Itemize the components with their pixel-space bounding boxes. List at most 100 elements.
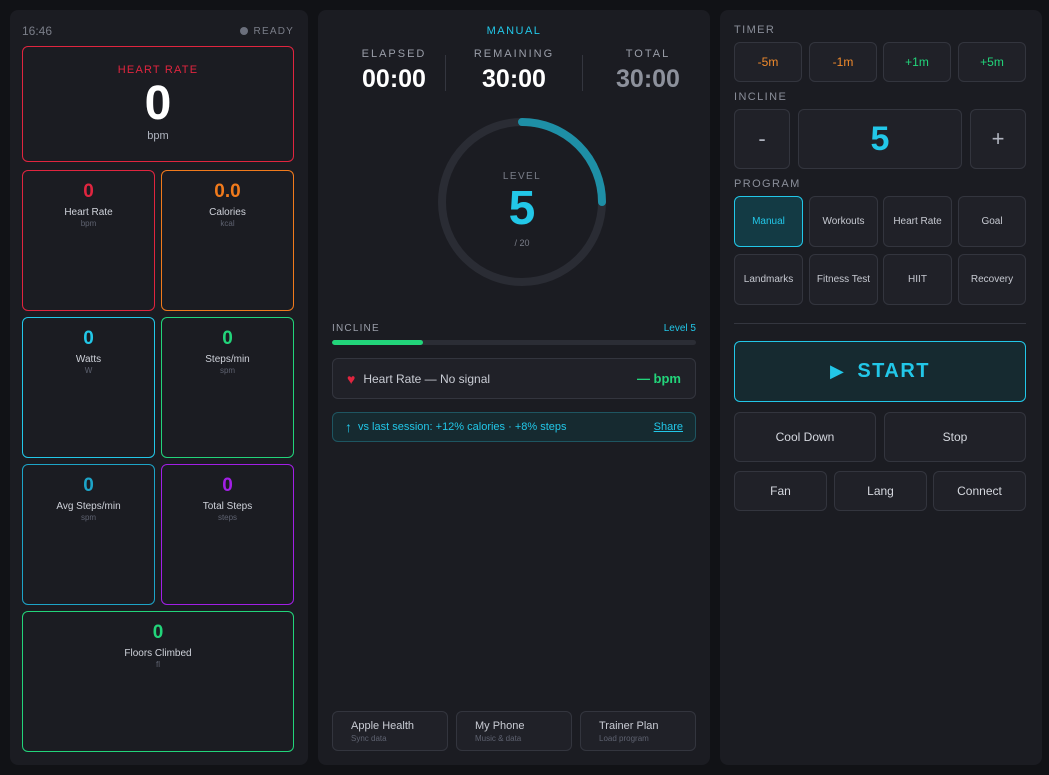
elapsed-time: ELAPSED 00:00 [334,48,454,94]
metric-label: Avg Steps/min [56,501,121,512]
metric-label: Watts [75,354,102,365]
status-text: READY [253,25,294,37]
arrow-up-icon: ↑ [345,419,352,435]
metric-card-total-steps: 0 Total Steps steps [161,464,294,605]
program-landmarks-button[interactable]: Landmarks [734,254,803,305]
elapsed-label: ELAPSED [361,48,427,60]
metric-value: 0 [83,328,94,349]
metric-value: 0 [83,181,94,202]
metric-unit: W [84,366,93,375]
metric-value: 0 [222,475,233,496]
remaining-time: REMAINING 30:00 [454,48,574,94]
clock: 16:46 [22,24,53,38]
heart-icon: ♥ [347,370,356,387]
stop-button[interactable]: Stop [884,412,1026,462]
divider [445,55,446,91]
heart-rate-main-card: HEART RATE 0 bpm [22,46,294,162]
metric-unit: fl [156,660,160,669]
comparison-text: vs last session: +12% calories · +8% ste… [358,421,567,433]
program-fitness-test-button[interactable]: Fitness Test [809,254,878,305]
controls-panel: TIMER -5m -1m +1m +5m INCLINE - 5 + PROG… [720,10,1042,765]
total-time: TOTAL 30:00 [588,48,708,94]
heart-rate-bpm: — bpm [636,371,681,386]
timer-minus-5-button[interactable]: -5m [734,42,802,82]
metric-label: Heart Rate [64,207,113,218]
ready-indicator: READY [239,25,294,37]
workout-panel: MANUAL ELAPSED 00:00 REMAINING 30:00 TOT… [318,10,710,765]
metrics-panel: 16:46 READY HEART RATE 0 bpm 0 Heart Rat… [10,10,308,765]
program-goal-button[interactable]: Goal [958,196,1026,247]
lang-button[interactable]: Lang [834,471,927,511]
level-value: 5 [508,182,536,235]
incline-label: INCLINE [332,323,380,334]
metric-card-calories: 0.0 Calories kcal [161,170,294,311]
session-comparison: ↑ vs last session: +12% calories · +8% s… [332,412,696,442]
heart-rate-main-unit: bpm [147,130,169,142]
timer-label: TIMER [734,24,776,36]
level-label: LEVEL [502,171,542,182]
metric-unit: steps [217,513,238,522]
elapsed-value: 00:00 [362,65,426,93]
cool-down-button[interactable]: Cool Down [734,412,876,462]
status-bar: 16:46 READY [22,24,294,38]
metric-label: Steps/min [205,354,250,365]
incline-progress-fill [332,340,423,345]
metric-card-floors: 0 Floors Climbed fl [22,611,294,752]
timer-plus-1-button[interactable]: +1m [883,42,951,82]
metric-value: 0 [152,622,164,643]
metric-label: Total Steps [202,501,253,512]
timer-minus-1-button[interactable]: -1m [809,42,877,82]
program-workouts-button[interactable]: Workouts [809,196,878,247]
metric-unit: spm [219,366,236,375]
metric-card-steps-per-min: 0 Steps/min spm [161,317,294,458]
start-label: START [857,360,931,382]
program-manual-button[interactable]: Manual [734,196,803,247]
metric-card-avg-steps: 0 Avg Steps/min spm [22,464,155,605]
divider [734,323,1026,324]
metric-unit: kcal [220,219,235,228]
metric-card-watts: 0 Watts W [22,317,155,458]
level-max: / 20 [514,238,530,248]
heart-rate-main-label: HEART RATE [117,64,199,76]
heart-rate-status: ♥ Heart Rate — No signal — bpm [332,358,696,399]
program-label: PROGRAM [734,178,801,190]
metric-value: 0 [83,475,94,496]
total-label: TOTAL [625,48,671,60]
mode-label: MANUAL [486,25,542,37]
incline-decrease-button[interactable]: - [734,109,790,169]
status-dot-icon [239,27,248,35]
heart-rate-main-value: 0 [144,77,172,130]
my-phone-tile[interactable]: My Phone Music & data [456,711,572,751]
remaining-value: 30:00 [482,65,546,93]
share-link[interactable]: Share [654,421,683,433]
level-gauge: LEVEL 5 / 20 [434,114,610,290]
incline-value-display: 5 [798,109,962,169]
heart-rate-status-text: Heart Rate — No signal [363,371,491,386]
trainer-plan-tile[interactable]: Trainer Plan Load program [580,711,696,751]
tile-subtitle: Load program [599,734,649,743]
connect-button[interactable]: Connect [933,471,1026,511]
timer-plus-5-button[interactable]: +5m [958,42,1026,82]
apple-health-tile[interactable]: Apple Health Sync data [332,711,448,751]
program-hiit-button[interactable]: HIIT [883,254,952,305]
tile-title: My Phone [475,720,525,732]
tile-title: Trainer Plan [599,720,659,732]
tile-subtitle: Music & data [475,734,522,743]
metric-unit: bpm [80,219,97,228]
incline-progress-bar [332,340,696,345]
metric-card-heart-rate: 0 Heart Rate bpm [22,170,155,311]
start-button[interactable]: ▶ START [734,341,1026,402]
incline-increase-button[interactable]: + [970,109,1026,169]
metric-label: Floors Climbed [124,648,192,659]
tile-subtitle: Sync data [351,734,387,743]
incline-row: INCLINE Level 5 [332,323,696,334]
tile-title: Apple Health [351,720,414,732]
incline-control-label: INCLINE [734,91,788,103]
program-recovery-button[interactable]: Recovery [958,254,1026,305]
metric-value: 0 [222,328,233,349]
fan-button[interactable]: Fan [734,471,827,511]
metric-unit: spm [80,513,97,522]
program-heart-rate-button[interactable]: Heart Rate [883,196,952,247]
total-value: 30:00 [616,65,680,93]
remaining-label: REMAINING [473,48,555,60]
